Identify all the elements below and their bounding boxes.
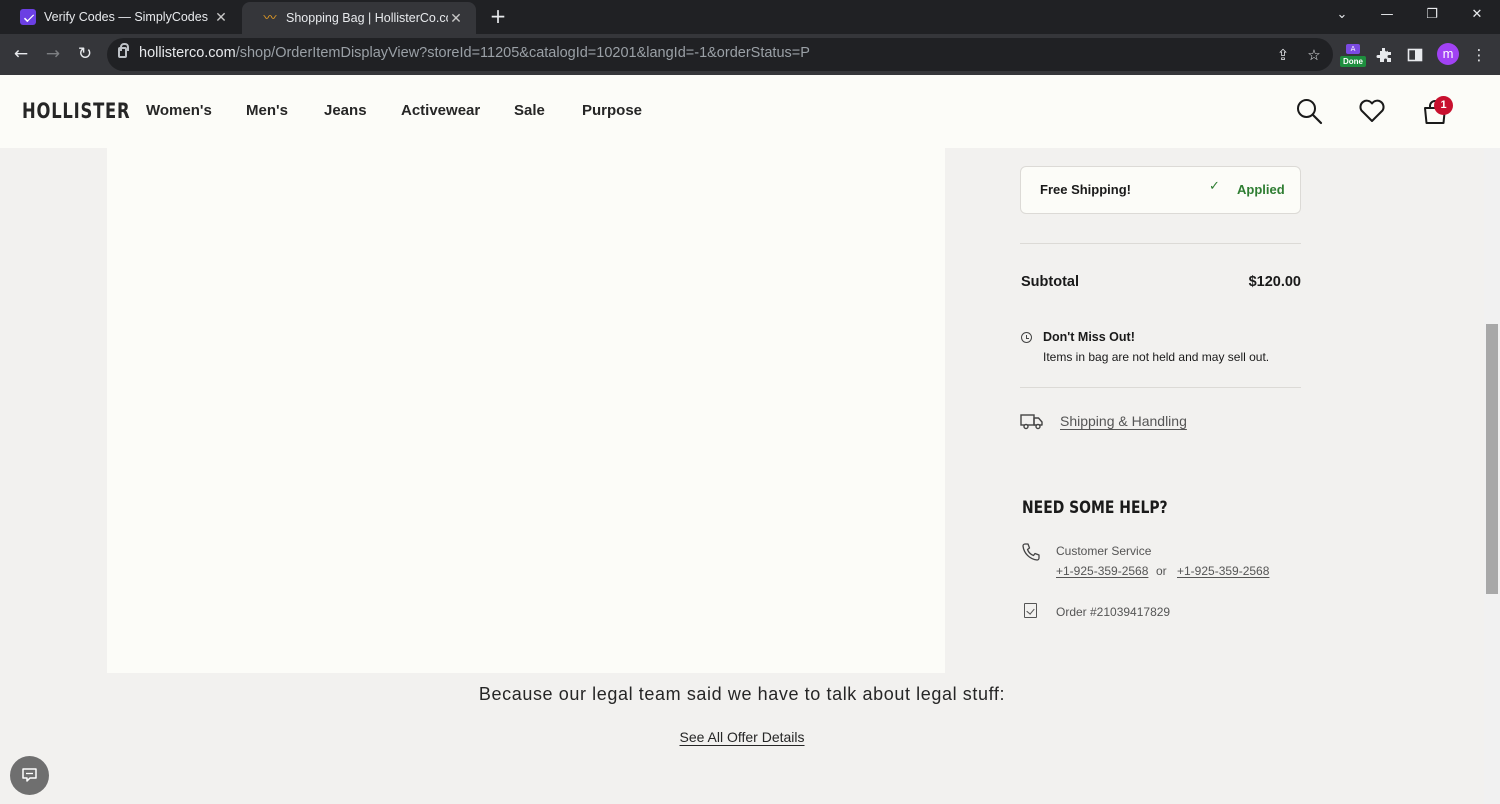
bag-items-panel bbox=[107, 148, 945, 673]
shipping-handling-link[interactable]: Shipping & Handling bbox=[1060, 413, 1187, 429]
phone-link-1[interactable]: +1-925-359-2568 bbox=[1056, 564, 1148, 578]
tab-title: Verify Codes — SimplyCodes bbox=[44, 10, 208, 24]
promo-status: Applied bbox=[1237, 182, 1285, 197]
search-icon[interactable] bbox=[1294, 96, 1324, 126]
url-text[interactable]: hollisterco.com/shop/OrderItemDisplayVie… bbox=[139, 45, 810, 61]
nav-womens[interactable]: Women's bbox=[146, 102, 212, 119]
restore-window-icon[interactable]: ❐ bbox=[1410, 0, 1454, 34]
check-icon: ✓ bbox=[1209, 179, 1220, 194]
divider bbox=[1020, 243, 1301, 244]
extension-done-badge: Done bbox=[1340, 56, 1366, 67]
need-help-heading: NEED SOME HELP? bbox=[1022, 498, 1168, 518]
extension-logo-icon: A bbox=[1346, 44, 1360, 54]
nav-purpose[interactable]: Purpose bbox=[582, 102, 642, 119]
subtotal-value: $120.00 bbox=[1248, 274, 1301, 290]
nav-mens[interactable]: Men's bbox=[246, 102, 288, 119]
feedback-button[interactable] bbox=[10, 756, 49, 795]
see-all-offer-details-link: See All Offer Details bbox=[0, 729, 1484, 745]
tab-search-chevron-icon[interactable]: ⌄ bbox=[1320, 0, 1364, 34]
close-tab-icon[interactable]: ✕ bbox=[448, 10, 464, 27]
forward-arrow-icon[interactable]: → bbox=[40, 41, 66, 67]
nav-sale[interactable]: Sale bbox=[514, 102, 545, 119]
dont-miss-out-text: Items in bag are not held and may sell o… bbox=[1043, 350, 1270, 364]
url-path: /shop/OrderItemDisplayView?storeId=11205… bbox=[235, 45, 810, 61]
profile-avatar[interactable]: m bbox=[1437, 43, 1459, 65]
browser-tab-hollister[interactable]: 〰 Shopping Bag | HollisterCo.com ✕ bbox=[242, 2, 476, 34]
page-scrollbar-thumb[interactable] bbox=[1486, 324, 1498, 594]
share-icon[interactable]: ⇪ bbox=[1272, 44, 1294, 66]
nav-jeans[interactable]: Jeans bbox=[324, 102, 367, 119]
phone-icon bbox=[1021, 542, 1041, 562]
simplycodes-extension-icon[interactable]: A Done bbox=[1340, 44, 1366, 68]
url-host: hollisterco.com bbox=[139, 45, 236, 61]
bag-count-badge: 1 bbox=[1434, 96, 1453, 115]
minimize-window-icon[interactable]: — bbox=[1365, 0, 1409, 34]
close-window-icon[interactable]: ✕ bbox=[1455, 0, 1499, 34]
nav-activewear[interactable]: Activewear bbox=[401, 102, 480, 119]
reload-icon[interactable]: ↻ bbox=[72, 41, 98, 67]
phone-link-2[interactable]: +1-925-359-2568 bbox=[1177, 564, 1269, 578]
order-number: Order #21039417829 bbox=[1056, 605, 1171, 619]
site-header bbox=[0, 75, 1500, 148]
legal-heading: Because our legal team said we have to t… bbox=[478, 684, 1006, 704]
or-text: or bbox=[1156, 564, 1167, 578]
lock-icon[interactable] bbox=[118, 43, 129, 58]
bookmark-star-icon[interactable]: ☆ bbox=[1303, 44, 1325, 66]
extensions-puzzle-icon[interactable] bbox=[1373, 44, 1395, 66]
order-checklist-icon bbox=[1024, 603, 1037, 618]
new-tab-plus-icon[interactable]: + bbox=[487, 5, 509, 27]
tab-title: Shopping Bag | HollisterCo.com bbox=[286, 11, 448, 25]
hollister-gull-favicon-icon: 〰 bbox=[263, 10, 277, 25]
divider bbox=[1020, 387, 1301, 388]
clock-icon bbox=[1021, 332, 1032, 343]
browser-tab-simplycodes[interactable]: Verify Codes — SimplyCodes ✕ bbox=[0, 0, 241, 34]
simplycodes-favicon-icon bbox=[20, 9, 36, 25]
promo-label: Free Shipping! bbox=[1040, 182, 1131, 197]
close-tab-icon[interactable]: ✕ bbox=[213, 9, 229, 26]
customer-service-label: Customer Service bbox=[1056, 544, 1152, 558]
browser-menu-kebab-icon[interactable]: ⋮ bbox=[1468, 44, 1490, 66]
feedback-chat-icon bbox=[22, 768, 37, 782]
subtotal-label: Subtotal bbox=[1021, 274, 1079, 290]
offer-details-link-text[interactable]: See All Offer Details bbox=[679, 729, 804, 745]
side-panel-icon[interactable] bbox=[1404, 44, 1426, 66]
back-arrow-icon[interactable]: ← bbox=[8, 41, 34, 67]
delivery-truck-icon bbox=[1020, 412, 1044, 430]
wishlist-heart-icon[interactable] bbox=[1357, 96, 1387, 126]
hollister-logo[interactable]: HOLLISTER bbox=[22, 99, 130, 123]
dont-miss-out-title: Don't Miss Out! bbox=[1043, 330, 1135, 344]
